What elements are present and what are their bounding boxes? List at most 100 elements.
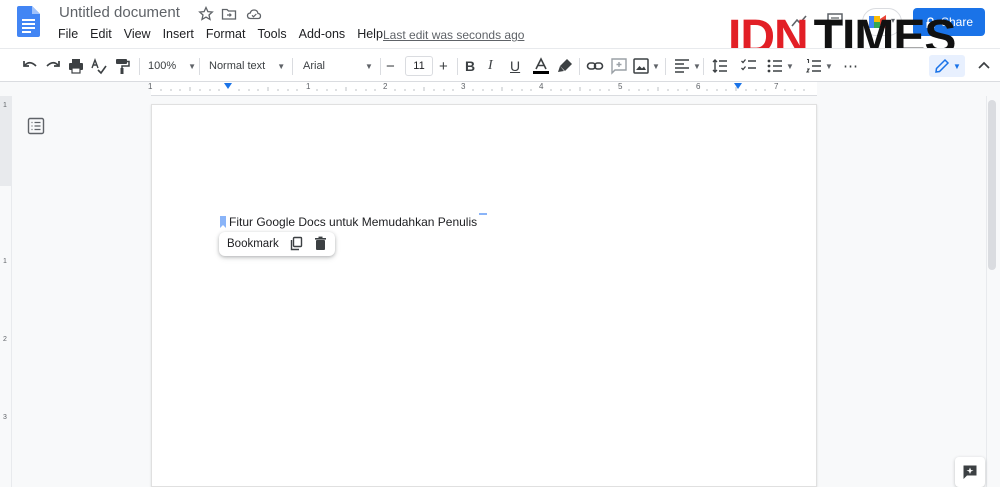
menu-bar: File Edit View Insert Format Tools Add-o… [58,27,395,41]
hide-menus-button[interactable] [975,56,993,76]
text-color-icon [533,57,549,74]
redo-icon [46,61,60,67]
explore-button[interactable] [955,457,985,487]
ruler-number: 3 [461,82,466,91]
undo-button[interactable] [21,56,39,76]
document-text-line[interactable]: Fitur Google Docs untuk Memudahkan Penul… [220,215,477,229]
add-comment-icon [611,58,627,75]
checklist-icon [741,59,756,71]
style-value: Normal text [209,60,266,72]
zoom-select[interactable]: 100% ▼ [148,56,196,76]
image-icon [633,58,649,74]
align-left-icon [675,59,689,73]
link-icon [586,62,604,70]
bookmark-link[interactable]: Bookmark [227,238,279,250]
text-color-button[interactable] [532,56,550,76]
insert-image-button[interactable]: ▼ [632,56,660,76]
menu-help[interactable]: Help [357,27,383,41]
copy-link-icon[interactable] [289,236,304,251]
left-indent-marker[interactable] [224,83,232,89]
image-caret-icon: ▼ [652,61,660,71]
redo-button[interactable] [44,56,62,76]
ruler-number: 7 [774,82,779,91]
align-button[interactable]: ▼ [673,56,701,76]
toolbar-divider [292,58,293,75]
bookmark-popup: Bookmark [219,232,335,256]
style-select[interactable]: Normal text ▼ [209,56,285,76]
last-edit-link[interactable]: Last edit was seconds ago [383,28,524,42]
paint-format-icon [116,59,130,74]
increase-font-size-button[interactable]: + [439,56,448,76]
toolbar-divider [579,58,580,75]
document-page[interactable] [151,104,817,487]
formatting-toolbar: 100% ▼ Normal text ▼ Arial ▼ − 11 + B I U [0,48,1000,82]
numbered-caret-icon: ▼ [825,61,833,71]
bulleted-list-button[interactable]: ▼ [766,56,794,76]
vruler-number: 3 [3,414,7,421]
print-button[interactable] [67,56,85,76]
spellcheck-icon [91,58,107,75]
menu-tools[interactable]: Tools [257,27,286,41]
line-spacing-button[interactable] [711,56,729,76]
ruler-number: 1 [306,82,311,91]
underline-button[interactable]: U [510,56,520,76]
vertical-ruler[interactable]: 1 1 2 3 [0,96,12,487]
bookmark-flag-icon[interactable] [220,216,226,228]
toolbar-divider [703,58,704,75]
menu-file[interactable]: File [58,27,78,41]
paint-format-button[interactable] [113,56,131,76]
italic-button[interactable]: I [488,56,493,76]
vertical-ruler-margin [0,96,11,186]
decrease-font-size-button[interactable]: − [386,56,395,76]
zoom-value: 100% [148,60,177,72]
title-bar: Untitled document File Edit View Insert … [0,0,1000,64]
ruler-number: 6 [696,82,701,91]
bold-button[interactable]: B [465,56,475,76]
document-outline-icon[interactable] [27,117,45,135]
menu-insert[interactable]: Insert [163,27,194,41]
highlight-color-button[interactable] [556,56,574,76]
menu-view[interactable]: View [124,27,151,41]
ruler-number: 1 [148,82,153,91]
ruler-number: 5 [618,82,623,91]
numbered-list-button[interactable]: ▼ [805,56,833,76]
bullet-caret-icon: ▼ [786,61,794,71]
ruler-page-area [151,82,817,96]
more-tools-button[interactable]: ⋯ [843,56,859,76]
editing-mode-caret-icon: ▼ [953,61,961,71]
document-text: Fitur Google Docs untuk Memudahkan Penul… [229,215,478,229]
checklist-button[interactable] [740,56,758,76]
star-icon[interactable] [198,6,214,22]
font-select[interactable]: Arial ▼ [303,56,373,76]
menu-format[interactable]: Format [206,27,246,41]
insert-link-button[interactable] [586,56,604,76]
ruler-number: 4 [539,82,544,91]
underline-icon: U [510,58,521,74]
document-title[interactable]: Untitled document [59,4,180,21]
more-icon: ⋯ [843,58,859,75]
plus-icon: + [439,57,448,75]
right-indent-marker[interactable] [734,83,742,89]
scrollbar-thumb[interactable] [988,100,996,270]
spellcheck-button[interactable] [90,56,108,76]
chevron-up-icon [978,61,990,69]
ruler-ticks [160,87,805,91]
delete-icon[interactable] [313,236,328,251]
pencil-icon [935,58,950,73]
cloud-status-icon[interactable] [246,6,262,22]
numbered-list-icon [805,58,821,73]
menu-edit[interactable]: Edit [90,27,112,41]
docs-logo-icon[interactable] [17,6,40,37]
horizontal-ruler[interactable]: 1 1 2 3 4 5 6 7 [0,82,1000,96]
move-folder-icon[interactable] [221,6,237,22]
editing-mode-button[interactable]: ▼ [929,55,965,77]
google-docs-window: Untitled document File Edit View Insert … [0,0,1000,487]
align-caret-icon: ▼ [693,61,701,71]
toolbar-divider [199,58,200,75]
font-size-input[interactable]: 11 [405,56,433,76]
italic-icon: I [488,58,493,73]
undo-icon [23,61,37,67]
line-spacing-icon [712,59,727,73]
menu-addons[interactable]: Add-ons [299,27,346,41]
insert-comment-button[interactable] [610,56,628,76]
